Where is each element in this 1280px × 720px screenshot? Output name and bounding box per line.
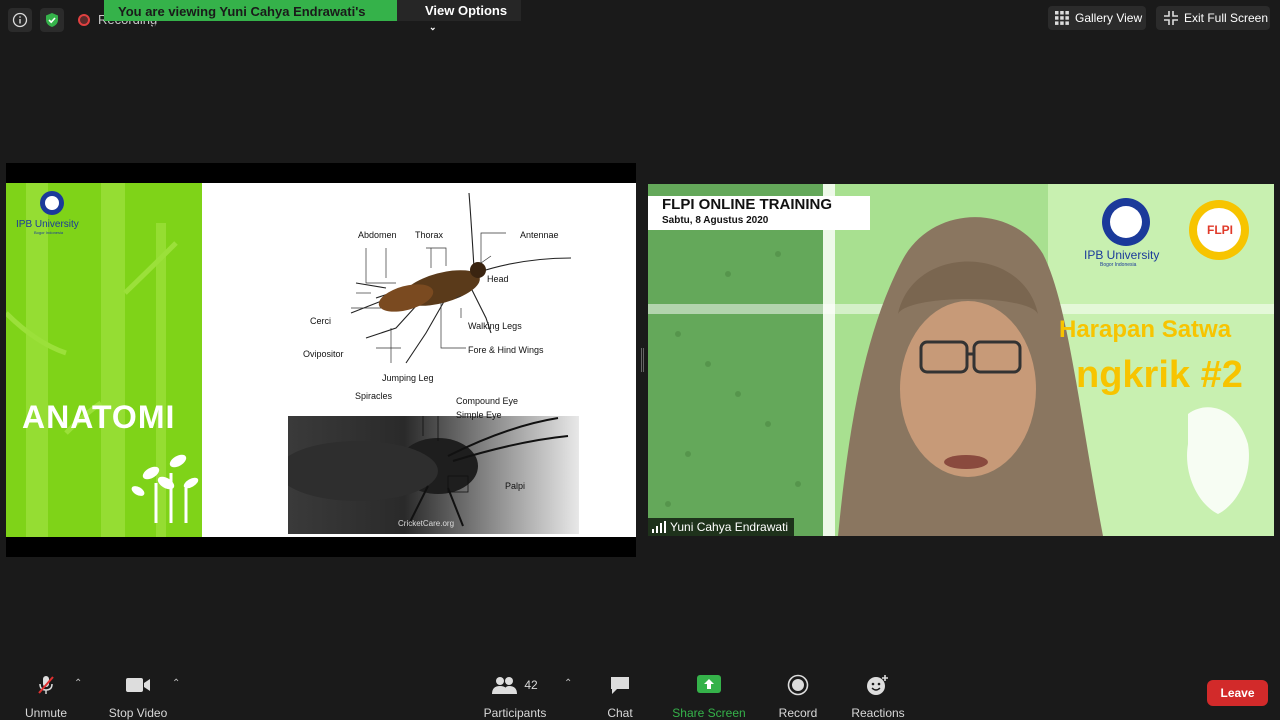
participants-options-caret-icon[interactable]: ⌃ (564, 678, 572, 689)
cricket-head-photo (278, 411, 579, 534)
chevron-down-icon: ⌄ (429, 22, 437, 32)
shared-slide: IPB University Bogor Indonesia ANATOMI A… (6, 183, 636, 537)
panel-resize-handle[interactable] (641, 348, 644, 372)
slide-green-panel: IPB University Bogor Indonesia ANATOMI (6, 183, 202, 537)
gallery-view-label: Gallery View (1075, 11, 1143, 25)
audio-options-caret-icon[interactable]: ⌃ (74, 678, 82, 689)
share-screen-icon (697, 675, 721, 693)
video-options-caret-icon[interactable]: ⌃ (172, 678, 180, 689)
label-simple-eye: Simple Eye (456, 410, 502, 420)
bamboo-background (6, 183, 199, 537)
share-screen-label: Share Screen (672, 706, 746, 720)
slide-ipb-logo-text: IPB University (16, 219, 79, 230)
stop-video-label: Stop Video (108, 706, 168, 720)
label-compound-eye: Compound Eye (456, 396, 519, 406)
share-screen-button[interactable]: Share Screen (670, 674, 748, 720)
participant-name-tag: Yuni Cahya Endrawati (648, 518, 795, 536)
training-banner-date: Sabtu, 8 Agustus 2020 (662, 215, 769, 226)
flpi-logo: FLPI (1207, 223, 1233, 237)
gallery-grid-icon (1055, 11, 1069, 25)
cricket-anatomy-diagram (350, 192, 572, 364)
meeting-info-icon[interactable] (8, 8, 32, 32)
participants-label: Participants (483, 706, 547, 720)
gallery-view-button[interactable]: Gallery View (1048, 6, 1146, 30)
label-ovipositor: Ovipositor (303, 349, 344, 359)
training-banner-title: FLPI ONLINE TRAINING (662, 196, 832, 213)
leave-button[interactable]: Leave (1207, 680, 1268, 706)
video-ipb-logo-sub: Bogor Indonesia (1100, 262, 1137, 268)
participants-count: 42 (524, 678, 538, 692)
label-head: Head (487, 274, 509, 284)
reactions-button[interactable]: Reactions (848, 674, 908, 720)
label-cerci: Cerci (310, 316, 332, 326)
participant-name: Yuni Cahya Endrawati (670, 520, 789, 534)
participants-button[interactable]: 42 Participants (480, 674, 550, 720)
reactions-label: Reactions (851, 706, 905, 720)
exit-full-screen-label: Exit Full Screen (1184, 11, 1269, 25)
slide-ipb-logo-sub: Bogor Indonesia (34, 230, 64, 235)
label-palpi: Palpi (505, 481, 526, 491)
unmute-label: Unmute (24, 706, 68, 720)
label-fore-hind-wings: Fore & Hind Wings (468, 345, 544, 355)
chat-bubble-icon (611, 677, 629, 694)
reactions-smiley-icon (867, 675, 888, 695)
view-options-label: View Options (425, 3, 508, 18)
record-icon (787, 674, 809, 696)
background-headline-2: ngkrik #2 (1076, 354, 1243, 396)
unmute-button[interactable]: Unmute (22, 674, 70, 720)
chat-label: Chat (607, 706, 633, 720)
label-walking-legs: Walking Legs (468, 321, 522, 331)
video-camera-icon (126, 678, 150, 692)
viewing-screen-banner: You are viewing Yuni Cahya Endrawati's s… (104, 0, 397, 34)
exit-full-screen-button[interactable]: Exit Full Screen (1156, 6, 1270, 30)
photo-credit: CricketCare.org (398, 519, 455, 528)
speaker-video: FLPI ONLINE TRAINING Sabtu, 8 Agustus 20… (648, 184, 1274, 536)
microphone-muted-icon (38, 676, 54, 694)
label-antennae: Antennae (520, 230, 559, 240)
record-button[interactable]: Record (776, 674, 820, 720)
chat-button[interactable]: Chat (600, 674, 640, 720)
label-abdomen: Abdomen (358, 230, 397, 240)
stop-video-button[interactable]: Stop Video (106, 674, 170, 720)
exit-fullscreen-icon (1164, 11, 1178, 25)
background-headline-1: Harapan Satwa (1059, 316, 1232, 343)
label-thorax: Thorax (415, 230, 444, 240)
label-jumping-leg: Jumping Leg (382, 373, 434, 383)
participants-icon (492, 677, 518, 694)
record-label: Record (778, 706, 818, 720)
view-options-button[interactable]: View Options ⌄ (397, 0, 521, 32)
signal-strength-icon (652, 521, 666, 533)
security-shield-icon[interactable] (40, 8, 64, 32)
slide-title: ANATOMI (22, 399, 176, 435)
label-spiracles: Spiracles (355, 391, 393, 401)
recording-indicator-icon (78, 14, 90, 26)
video-ipb-logo-text: IPB University (1084, 248, 1160, 262)
